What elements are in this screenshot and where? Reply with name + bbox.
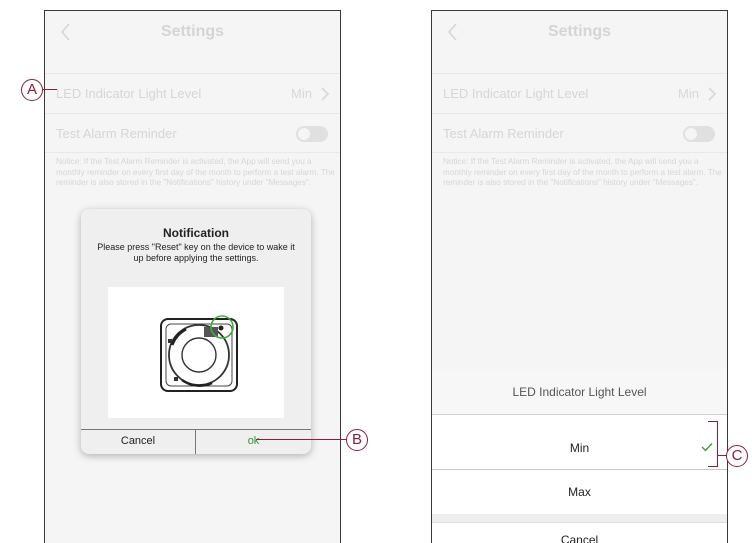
option-min-label: Min	[569, 441, 590, 455]
callout-a: A	[21, 79, 43, 101]
device-reset-illustration	[108, 287, 284, 418]
callout-c: C	[726, 445, 748, 467]
cancel-button[interactable]: Cancel	[81, 430, 196, 454]
check-icon	[701, 443, 713, 452]
phone-screen-right: Settings LED Indicator Light Level Min T…	[431, 10, 728, 543]
option-min[interactable]: Min	[432, 426, 727, 470]
callout-a-leader	[43, 89, 57, 91]
phone-screen-left: Settings LED Indicator Light Level Min T…	[44, 10, 341, 543]
sheet-separator	[432, 514, 727, 522]
ok-button[interactable]: ok	[196, 430, 311, 454]
notification-dialog: Notification Please press "Reset" key on…	[81, 209, 311, 454]
dialog-message: Please press "Reset" key on the device t…	[97, 242, 295, 263]
sheet-cancel-button[interactable]: Cancel	[432, 522, 727, 543]
option-max[interactable]: Max	[432, 470, 727, 514]
callout-b-leader	[256, 439, 346, 441]
led-level-action-sheet: LED Indicator Light Level Min Max Cancel	[432, 369, 727, 543]
option-max-label: Max	[568, 485, 591, 499]
callout-c-bracket-bottom	[708, 466, 718, 468]
dialog-title: Notification	[163, 226, 229, 240]
dialog-buttons: Cancel ok	[81, 429, 311, 454]
sheet-title: LED Indicator Light Level	[432, 369, 727, 415]
smoke-detector-icon	[160, 315, 238, 392]
callout-c-bracket-vertical	[717, 421, 719, 467]
callout-b: B	[346, 429, 368, 451]
